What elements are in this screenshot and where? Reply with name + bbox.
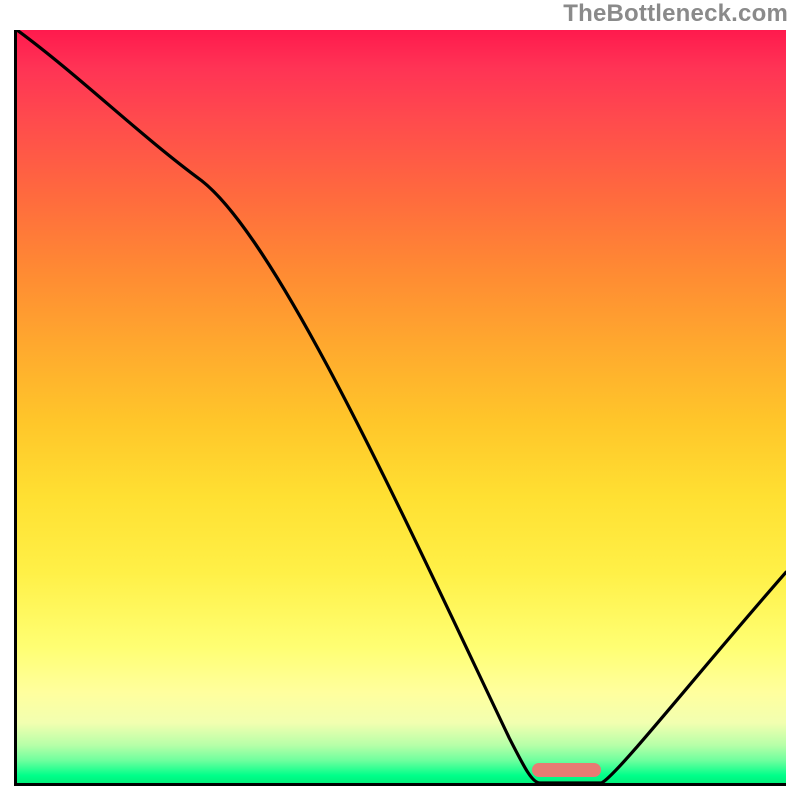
chart-canvas: TheBottleneck.com xyxy=(0,0,800,800)
bottleneck-curve xyxy=(17,30,786,783)
optimal-range-marker xyxy=(532,763,601,777)
plot-area xyxy=(14,30,786,786)
watermark-text: TheBottleneck.com xyxy=(563,0,788,28)
